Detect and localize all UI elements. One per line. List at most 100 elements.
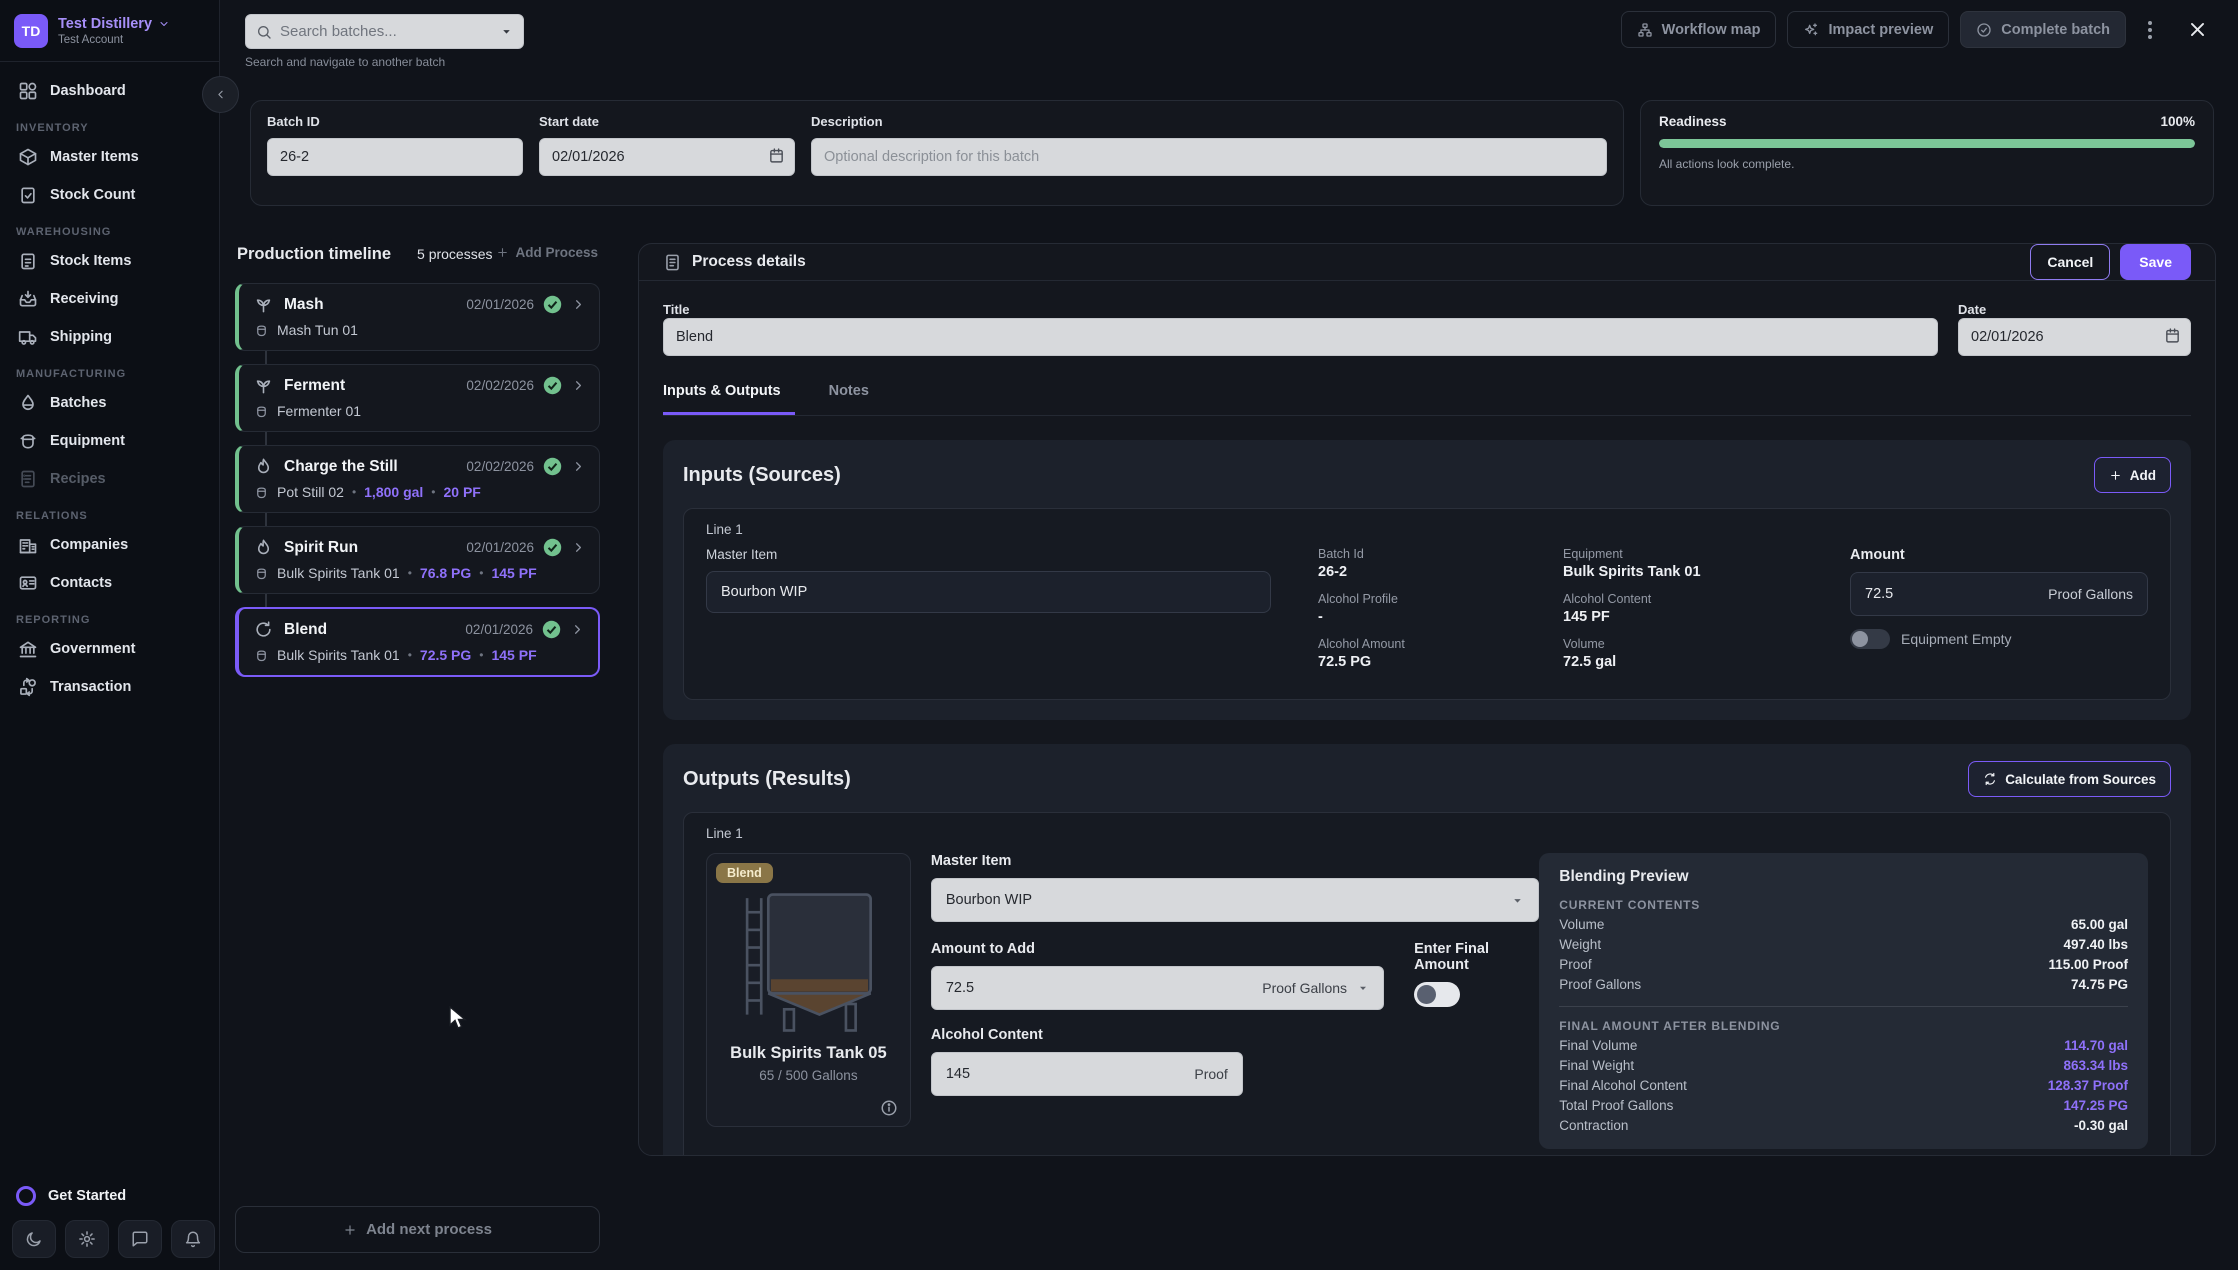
process-date-input[interactable] xyxy=(1958,318,2191,356)
sidebar-item-label: Stock Items xyxy=(50,253,131,269)
complete-batch-button[interactable]: Complete batch xyxy=(1960,11,2126,48)
separator-dot: • xyxy=(479,566,483,580)
chevron-down-icon xyxy=(158,18,170,30)
add-next-process-button[interactable]: Add next process xyxy=(235,1206,600,1253)
add-process-button[interactable]: Add Process xyxy=(496,245,598,260)
kebab-icon xyxy=(2148,21,2152,39)
search-batches-select[interactable]: Search batches... xyxy=(245,14,524,49)
sidebar-item-companies[interactable]: Companies xyxy=(12,526,207,564)
process-doc-icon xyxy=(663,253,682,272)
amount-to-add-field[interactable]: Proof Gallons xyxy=(931,966,1384,1010)
preview-value: 114.70 gal xyxy=(2064,1038,2128,1053)
stat-value: 72.5 PG xyxy=(1318,654,1563,670)
title-label: Title xyxy=(663,302,690,317)
preview-value: 128.37 Proof xyxy=(2048,1078,2128,1093)
sidebar-item-batches[interactable]: Batches xyxy=(12,384,207,422)
process-card-mash[interactable]: Mash02/01/2026Mash Tun 01 xyxy=(235,283,600,351)
date-label: Date xyxy=(1958,302,1986,317)
separator-dot: • xyxy=(479,648,483,662)
sidebar-item-receiving[interactable]: Receiving xyxy=(12,280,207,318)
org-switcher[interactable]: TD Test Distillery Test Account xyxy=(0,0,219,62)
sidebar-item-shipping[interactable]: Shipping xyxy=(12,318,207,356)
close-button[interactable] xyxy=(2180,12,2214,48)
vessel-small-icon xyxy=(254,566,269,581)
settings-button[interactable] xyxy=(65,1220,109,1258)
enter-final-amount-toggle[interactable] xyxy=(1414,982,1460,1007)
preview-label: Total Proof Gallons xyxy=(1559,1098,1673,1113)
equipment-empty-label: Equipment Empty xyxy=(1901,631,2012,647)
process-name: Spirit Run xyxy=(284,539,358,557)
output-master-item-select[interactable]: Bourbon WIP xyxy=(931,878,1539,922)
process-date: 02/01/2026 xyxy=(465,622,533,637)
batch-id-input[interactable] xyxy=(267,138,523,176)
process-equipment-name: Pot Still 02 xyxy=(277,484,344,500)
moon-icon xyxy=(25,1230,43,1248)
sidebar-item-master-items[interactable]: Master Items xyxy=(12,138,207,176)
timeline-connector xyxy=(265,351,267,364)
sidebar-item-equipment[interactable]: Equipment xyxy=(12,422,207,460)
process-title-input[interactable] xyxy=(663,318,1938,356)
save-button[interactable]: Save xyxy=(2120,244,2191,280)
cancel-button[interactable]: Cancel xyxy=(2030,244,2110,280)
amount-to-add-input[interactable] xyxy=(946,980,1262,996)
sidebar-item-transaction[interactable]: Transaction xyxy=(12,668,207,706)
search-icon xyxy=(256,24,272,40)
impact-preview-button[interactable]: Impact preview xyxy=(1787,11,1949,48)
amount-to-add-unit[interactable]: Proof Gallons xyxy=(1262,980,1347,996)
stat-label: Alcohol Content xyxy=(1563,592,1848,606)
sidebar-item-government[interactable]: Government xyxy=(12,630,207,668)
sidebar-item-stock-count[interactable]: Stock Count xyxy=(12,176,207,214)
get-started-button[interactable]: Get Started xyxy=(16,1186,126,1206)
inputs-heading: Inputs (Sources) xyxy=(683,464,841,487)
add-input-button[interactable]: Add xyxy=(2094,457,2171,493)
complete-check-icon xyxy=(543,295,562,314)
sidebar-item-dashboard[interactable]: Dashboard xyxy=(12,72,207,110)
org-avatar: TD xyxy=(14,14,48,48)
description-input[interactable] xyxy=(811,138,1607,176)
sidebar-item-recipes[interactable]: Recipes xyxy=(12,460,207,498)
sidebar-item-label: Receiving xyxy=(50,291,119,307)
process-card-blend[interactable]: Blend02/01/2026Bulk Spirits Tank 01•72.5… xyxy=(235,607,600,677)
chat-icon xyxy=(131,1230,149,1248)
search-help-text: Search and navigate to another batch xyxy=(245,55,445,69)
tank-card: Blend xyxy=(706,853,911,1127)
nav-group-heading: WAREHOUSING xyxy=(16,226,203,238)
alcohol-content-field[interactable]: Proof xyxy=(931,1052,1243,1096)
process-date: 02/02/2026 xyxy=(466,378,534,393)
plus-icon xyxy=(2109,469,2122,482)
amount-field[interactable]: Proof Gallons xyxy=(1850,572,2148,616)
tab-inputs-outputs[interactable]: Inputs & Outputs xyxy=(663,383,795,415)
chevron-right-icon xyxy=(571,378,586,393)
process-metric: 72.5 PG xyxy=(420,647,471,663)
process-card-ferment[interactable]: Ferment02/02/2026Fermenter 01 xyxy=(235,364,600,432)
preview-value: 74.75 PG xyxy=(2071,977,2128,992)
equipment-empty-toggle[interactable] xyxy=(1850,629,1890,649)
workflow-map-button[interactable]: Workflow map xyxy=(1621,11,1777,48)
tab-notes[interactable]: Notes xyxy=(829,383,869,415)
process-card-charge-the-still[interactable]: Charge the Still02/02/2026Pot Still 02•1… xyxy=(235,445,600,513)
more-options-button[interactable] xyxy=(2137,12,2163,48)
readiness-label: Readiness xyxy=(1659,114,1727,129)
sidebar-item-stock-items[interactable]: Stock Items xyxy=(12,242,207,280)
preview-label: Volume xyxy=(1559,917,1604,932)
output-master-item-value: Bourbon WIP xyxy=(946,892,1032,908)
calculate-from-sources-button[interactable]: Calculate from Sources xyxy=(1968,761,2171,797)
output-line-panel: Line 1 Blend xyxy=(683,812,2171,1156)
start-date-input[interactable] xyxy=(539,138,795,176)
amount-input[interactable] xyxy=(1865,586,2048,602)
preview-value: 147.25 PG xyxy=(2063,1098,2128,1113)
sidebar-item-contacts[interactable]: Contacts xyxy=(12,564,207,602)
theme-toggle-button[interactable] xyxy=(12,1220,56,1258)
sidebar-collapse-button[interactable] xyxy=(202,76,239,113)
vessel-small-icon xyxy=(254,323,269,338)
notifications-button[interactable] xyxy=(171,1220,215,1258)
input-stat-equipment: EquipmentBulk Spirits Tank 01 xyxy=(1563,547,1848,580)
sidebar-nav: DashboardINVENTORYMaster ItemsStock Coun… xyxy=(0,62,219,716)
input-master-item-field[interactable] xyxy=(706,571,1271,613)
alcohol-content-input[interactable] xyxy=(946,1066,1195,1082)
feedback-button[interactable] xyxy=(118,1220,162,1258)
preview-row-final-alcohol-content: Final Alcohol Content128.37 Proof xyxy=(1559,1078,2128,1093)
process-card-spirit-run[interactable]: Spirit Run02/01/2026Bulk Spirits Tank 01… xyxy=(235,526,600,594)
info-icon[interactable] xyxy=(880,1099,898,1117)
building-icon xyxy=(18,535,38,555)
